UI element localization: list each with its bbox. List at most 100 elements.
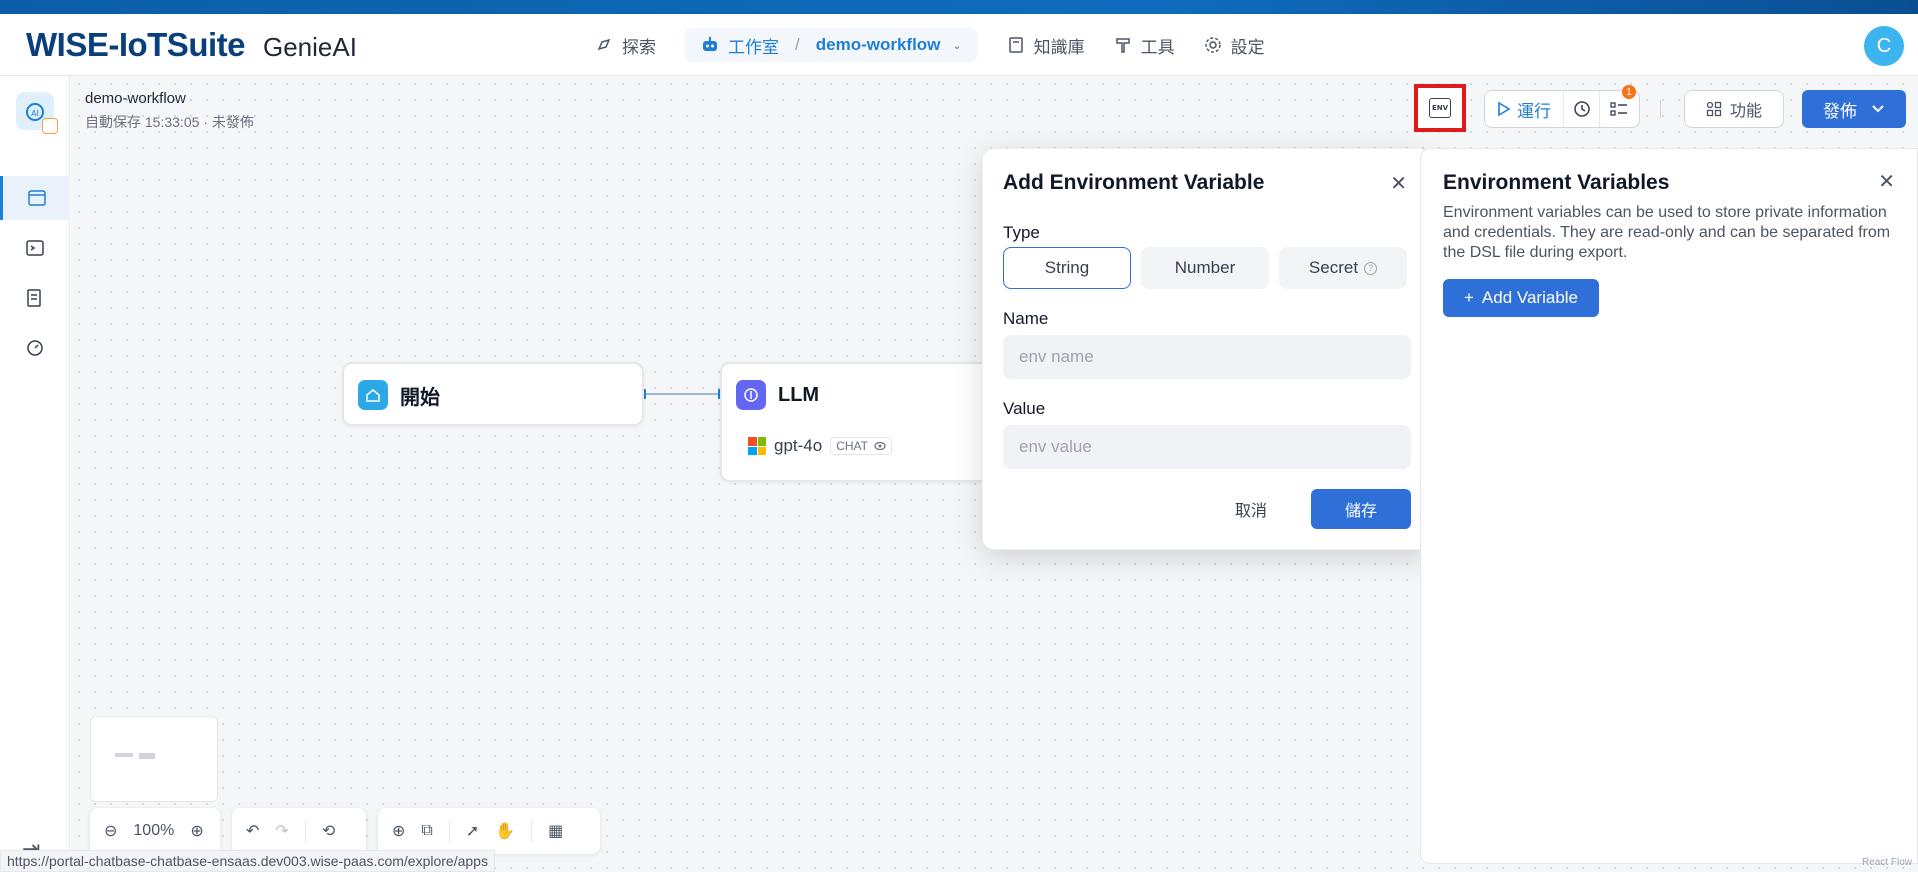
robot-icon — [700, 35, 720, 55]
add-variable-button[interactable]: + Add Variable — [1443, 279, 1599, 317]
sidebar-item-monitoring[interactable] — [0, 326, 70, 370]
pointer-icon[interactable]: ➚ — [466, 821, 479, 841]
type-option-secret[interactable]: Secret ? — [1279, 247, 1407, 289]
type-option-string[interactable]: String — [1003, 247, 1131, 289]
type-option-number[interactable]: Number — [1141, 247, 1269, 289]
minimap-node — [115, 753, 133, 757]
publish-button[interactable]: 發佈 — [1802, 90, 1906, 128]
plus-icon: + — [1463, 288, 1474, 307]
react-flow-attribution[interactable]: React Flow — [1862, 857, 1912, 868]
add-note-icon[interactable]: ⧉ — [421, 822, 432, 840]
grid-icon — [1706, 101, 1722, 117]
terminal-icon — [26, 240, 44, 256]
node-llm[interactable]: LLM gpt-4o CHAT — [720, 362, 990, 482]
close-icon[interactable]: ✕ — [1390, 171, 1407, 196]
divider — [448, 820, 450, 842]
left-sidebar: AI ⇥ — [0, 76, 70, 872]
status-bar-url: https://portal-chatbase-chatbase-ensaas.… — [0, 850, 495, 872]
value-label: Value — [1003, 399, 1046, 418]
nav-settings[interactable]: 設定 — [1189, 28, 1279, 62]
node-start[interactable]: 開始 — [342, 362, 644, 426]
env-name-input[interactable] — [1003, 335, 1411, 379]
features-label: 功能 — [1729, 103, 1762, 120]
type-number-label: Number — [1174, 258, 1236, 277]
zoom-controls: ⊖ 100% ⊕ — [90, 808, 220, 854]
add-variable-label: Add Variable — [1481, 288, 1579, 307]
history-icon — [1573, 101, 1590, 117]
type-string-label: String — [1044, 258, 1090, 277]
redo-icon[interactable]: ↷ — [275, 821, 288, 841]
features-button[interactable]: 功能 — [1684, 90, 1784, 128]
zoom-in-icon[interactable]: ⊕ — [190, 821, 203, 841]
product-name: GenieAI — [263, 32, 357, 62]
zoom-out-icon[interactable]: ⊖ — [104, 821, 117, 841]
document-icon — [27, 289, 41, 307]
name-label: Name — [1003, 309, 1049, 328]
play-icon — [1498, 101, 1511, 117]
checklist-icon — [1610, 102, 1627, 116]
organize-icon[interactable]: ▦ — [548, 821, 563, 841]
add-node-icon[interactable]: ⊕ — [392, 821, 405, 841]
node-start-header: 開始 — [358, 380, 440, 410]
nav-knowledge-label: 知識庫 — [1033, 37, 1085, 57]
env-variables-panel: Environment Variables ✕ Environment vari… — [1420, 148, 1918, 864]
checklist-button[interactable]: 1 — [1600, 85, 1638, 127]
workflow-breadcrumb[interactable]: demo-workflow — [816, 35, 941, 55]
run-controls: 運行 1 — [1484, 85, 1640, 128]
chevron-down-icon[interactable]: ⌄ — [952, 39, 961, 52]
publish-label: 發佈 — [1823, 101, 1857, 121]
breadcrumb-separator: / — [795, 35, 800, 54]
gauge-icon — [27, 340, 43, 356]
version-history-icon[interactable]: ⟲ — [322, 821, 335, 841]
edge-start-to-llm — [644, 393, 722, 395]
microsoft-logo-icon — [748, 437, 766, 455]
main-nav: 探索 工作室 / demo-workflow ⌄ 知識庫 工具 設定 — [580, 28, 1279, 62]
sidebar-item-api[interactable] — [0, 226, 70, 270]
nav-studio[interactable]: 工作室 / demo-workflow ⌄ — [684, 28, 978, 62]
top-accent-stripe — [0, 0, 1918, 14]
edit-controls: ⊕ ⧉ ➚ ✋ ▦ — [378, 808, 600, 854]
sidebar-item-orchestrate[interactable] — [0, 176, 70, 220]
env-value-input[interactable] — [1003, 425, 1411, 469]
history-controls: ↶ ↷ ⟲ — [232, 808, 366, 854]
run-button[interactable]: 運行 — [1485, 91, 1564, 127]
env-icon: ENV — [1429, 98, 1451, 118]
hand-icon[interactable]: ✋ — [495, 821, 515, 841]
divider — [531, 820, 533, 842]
env-variables-button[interactable]: ENV — [1414, 84, 1466, 132]
app-icon[interactable]: AI — [16, 92, 58, 134]
close-icon[interactable]: ✕ — [1878, 169, 1895, 194]
autosave-status: 自動保存 15:33:05 · 未發佈 — [85, 114, 254, 130]
run-history-button[interactable] — [1564, 91, 1600, 127]
nav-explore[interactable]: 探索 — [580, 28, 670, 62]
undo-icon[interactable]: ↶ — [246, 821, 259, 841]
add-env-variable-dialog: Add Environment Variable ✕ Type String N… — [982, 148, 1430, 550]
window-icon — [27, 190, 46, 206]
top-header: WISE-IoTSuite GenieAI 探索 工作室 / demo-work… — [0, 14, 1918, 76]
panel-title: Environment Variables — [1443, 171, 1670, 194]
model-mode: CHAT — [836, 439, 868, 453]
divider — [304, 820, 306, 842]
minimap[interactable] — [90, 716, 218, 802]
model-name: gpt-4o — [774, 436, 823, 455]
hammer-icon — [1113, 35, 1133, 55]
nav-studio-label: 工作室 — [728, 37, 779, 57]
sidebar-item-logs[interactable] — [0, 276, 70, 320]
compass-icon — [594, 35, 614, 55]
zoom-level[interactable]: 100% — [133, 822, 174, 840]
nav-knowledge[interactable]: 知識庫 — [992, 28, 1099, 62]
user-avatar[interactable]: C — [1864, 26, 1904, 66]
model-mode-chip: CHAT — [830, 437, 892, 455]
save-button[interactable]: 儲存 — [1311, 489, 1411, 529]
brand[interactable]: WISE-IoTSuite GenieAI — [26, 26, 357, 64]
nav-tools[interactable]: 工具 — [1099, 28, 1189, 62]
workflow-badge-icon — [42, 118, 58, 134]
type-secret-label: Secret — [1308, 258, 1359, 277]
help-icon[interactable]: ? — [1364, 261, 1378, 275]
checklist-badge: 1 — [1622, 85, 1636, 99]
eye-icon — [874, 441, 886, 451]
node-llm-header: LLM — [736, 380, 819, 410]
node-start-label: 開始 — [400, 386, 440, 409]
cancel-button[interactable]: 取消 — [1209, 489, 1293, 529]
node-llm-label: LLM — [778, 383, 820, 406]
